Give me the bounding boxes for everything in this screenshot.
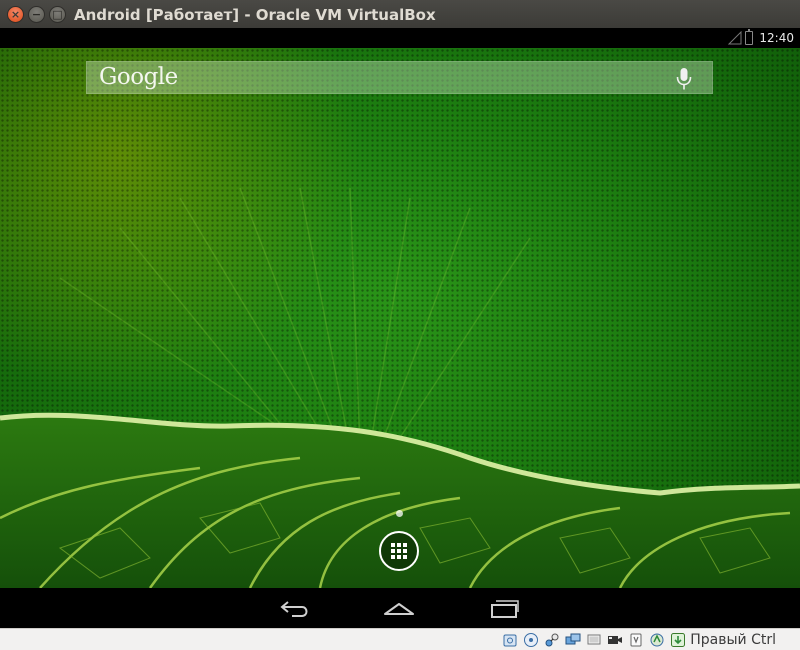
host-key-label: Правый Ctrl (690, 631, 776, 648)
page-indicator-dot (396, 510, 403, 517)
android-screen[interactable]: 12:40 Google (0, 28, 800, 628)
android-status-bar[interactable]: 12:40 (0, 28, 800, 48)
optical-drive-icon[interactable] (523, 632, 539, 648)
status-clock: 12:40 (759, 31, 794, 45)
host-key-icon[interactable] (670, 632, 686, 648)
shared-folders-icon[interactable] (565, 632, 581, 648)
video-capture-icon[interactable] (607, 632, 623, 648)
mic-icon[interactable] (676, 67, 692, 91)
display-icon[interactable] (586, 632, 602, 648)
maximize-icon: □ (52, 8, 63, 21)
mouse-integration-icon[interactable] (649, 632, 665, 648)
back-icon[interactable] (278, 596, 314, 620)
minimize-window-button[interactable]: − (28, 6, 45, 23)
close-window-button[interactable]: × (7, 6, 24, 23)
android-navigation-bar (0, 588, 800, 628)
home-wallpaper[interactable]: Google (0, 48, 800, 588)
virtualbox-status-bar: Правый Ctrl (0, 628, 800, 650)
window-title-bar[interactable]: × − □ Android [Работает] - Oracle VM Vir… (0, 0, 800, 28)
google-logo: Google (99, 64, 178, 90)
usb-icon[interactable] (628, 632, 644, 648)
minimize-icon: − (31, 8, 42, 21)
battery-icon (745, 29, 754, 45)
maximize-window-button[interactable]: □ (49, 6, 66, 23)
signal-icon (728, 31, 742, 45)
hard-disk-icon[interactable] (502, 632, 518, 648)
leaf-wallpaper-graphic (0, 187, 800, 588)
all-apps-button[interactable] (379, 531, 419, 571)
home-icon[interactable] (381, 596, 417, 620)
network-icon[interactable] (544, 632, 560, 648)
close-icon: × (10, 8, 21, 21)
recent-apps-icon[interactable] (487, 596, 523, 620)
all-apps-icon (391, 543, 407, 559)
google-search-bar[interactable]: Google (86, 61, 713, 94)
window-title: Android [Работает] - Oracle VM VirtualBo… (74, 6, 436, 24)
